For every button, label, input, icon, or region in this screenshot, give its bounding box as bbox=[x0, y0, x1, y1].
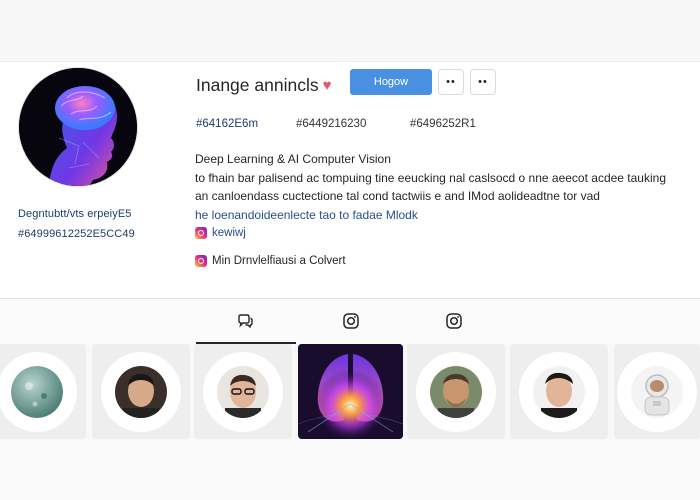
more-options-button-2[interactable]: •• bbox=[470, 69, 496, 95]
more-options-button-1[interactable]: •• bbox=[438, 69, 464, 95]
story-tile[interactable] bbox=[614, 344, 700, 439]
mentions-row: Min Drnvlelfiausi a Colvert bbox=[195, 252, 685, 270]
chat-bubbles-icon bbox=[238, 314, 253, 329]
profile-meta-line-1: Degntubtt/vts erpeiyE5 bbox=[18, 208, 132, 220]
mentions-text[interactable]: Min Drnvlelfiausi a Colvert bbox=[212, 252, 346, 270]
follow-button[interactable]: Hogow bbox=[350, 69, 432, 95]
tab-instagram-1[interactable] bbox=[342, 312, 360, 330]
planet-image bbox=[11, 365, 63, 418]
featured-post-tile[interactable] bbox=[298, 344, 403, 439]
person-avatar bbox=[115, 365, 167, 418]
astronaut-image bbox=[631, 365, 683, 418]
profile-left-meta: Degntubtt/vts erpeiyE5 #64999612252E5CC4… bbox=[18, 204, 188, 244]
neural-lungs-image bbox=[298, 344, 403, 439]
story-tile[interactable] bbox=[510, 344, 608, 439]
story-tile[interactable] bbox=[92, 344, 190, 439]
story-tile[interactable] bbox=[407, 344, 505, 439]
instagram-handle[interactable]: kewiwj bbox=[212, 224, 246, 242]
stat-posts[interactable]: #64162E6m bbox=[196, 118, 258, 130]
instagram-icon bbox=[195, 255, 207, 267]
profile-username-row: Inange annincls ♥ bbox=[196, 73, 332, 97]
page-footer-space bbox=[0, 440, 700, 500]
stat-followers[interactable]: #6449216230 bbox=[296, 118, 366, 130]
story-tile[interactable] bbox=[194, 344, 292, 439]
person-avatar bbox=[430, 365, 482, 418]
story-tile[interactable] bbox=[0, 344, 86, 439]
bio-link[interactable]: he loenandoideenlecte tao to fadae Mlodk bbox=[195, 206, 685, 225]
profile-meta-line-2: #64999612252E5CC49 bbox=[18, 228, 135, 240]
instagram-icon bbox=[446, 313, 462, 329]
instagram-icon bbox=[343, 313, 359, 329]
bio-line-2: to fhain bar palisend ac tompuing tine e… bbox=[195, 170, 666, 185]
bio-line-3: an canloendass cuctectione tal cond tact… bbox=[195, 189, 600, 203]
tab-instagram-2[interactable] bbox=[445, 312, 463, 330]
top-bar bbox=[0, 0, 700, 62]
profile-avatar[interactable] bbox=[19, 68, 137, 186]
brain-avatar-image bbox=[19, 68, 137, 186]
profile-stats: #64162E6m #6449216230 #6496252R1 bbox=[196, 118, 536, 136]
heart-icon: ♥ bbox=[322, 76, 332, 94]
profile-bio: Deep Learning & AI Computer Vision to fh… bbox=[195, 150, 685, 270]
instagram-icon bbox=[195, 227, 207, 239]
person-avatar bbox=[217, 365, 269, 418]
profile-username: Inange annincls bbox=[196, 74, 319, 95]
bio-line-1: Deep Learning & AI Computer Vision bbox=[195, 152, 391, 166]
person-avatar bbox=[533, 365, 585, 418]
stat-following[interactable]: #6496252R1 bbox=[410, 118, 476, 130]
instagram-handle-row[interactable]: kewiwj bbox=[195, 224, 685, 242]
tab-chat[interactable] bbox=[236, 312, 254, 330]
